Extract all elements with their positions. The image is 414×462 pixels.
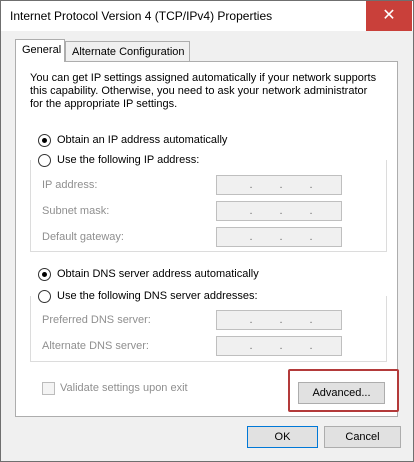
ok-button[interactable]: OK <box>247 426 318 448</box>
radio-use-following-dns[interactable]: Use the following DNS server addresses: <box>38 288 258 304</box>
dialog-window: Internet Protocol Version 4 (TCP/IPv4) P… <box>0 0 414 462</box>
radio-button-icon[interactable] <box>38 289 51 303</box>
intro-line: You can get IP settings assigned automat… <box>30 72 377 84</box>
ip-address-input[interactable]: ... <box>216 175 342 195</box>
radio-obtain-dns-auto[interactable]: Obtain DNS server address automatically <box>38 266 259 282</box>
ip-address-label: IP address: <box>42 179 98 191</box>
subnet-mask-label: Subnet mask: <box>42 205 110 217</box>
radio-button-icon[interactable] <box>38 267 51 281</box>
intro-text: You can get IP settings assigned automat… <box>30 72 384 111</box>
intro-line: for the appropriate IP settings. <box>30 98 178 110</box>
preferred-dns-input[interactable]: ... <box>216 310 342 330</box>
alternate-dns-label: Alternate DNS server: <box>42 340 149 352</box>
checkbox-label: Validate settings upon exit <box>60 382 188 394</box>
tab-general[interactable]: General <box>15 39 65 62</box>
tab-alternate-configuration[interactable]: Alternate Configuration <box>65 41 190 62</box>
radio-label: Obtain DNS server address automatically <box>57 268 259 280</box>
close-button[interactable]: ✕ <box>366 1 412 31</box>
default-gateway-input[interactable]: ... <box>216 227 342 247</box>
window-title: Internet Protocol Version 4 (TCP/IPv4) P… <box>10 9 273 23</box>
radio-obtain-ip-auto[interactable]: Obtain an IP address automatically <box>38 132 227 148</box>
default-gateway-label: Default gateway: <box>42 231 124 243</box>
radio-button-icon[interactable] <box>38 153 51 167</box>
close-icon: ✕ <box>382 7 396 24</box>
intro-line: this capability. Otherwise, you need to … <box>30 85 368 97</box>
preferred-dns-label: Preferred DNS server: <box>42 314 151 326</box>
checkbox-icon[interactable] <box>42 381 55 395</box>
radio-button-icon[interactable] <box>38 133 51 147</box>
title-bar[interactable]: Internet Protocol Version 4 (TCP/IPv4) P… <box>1 1 413 31</box>
radio-label: Use the following IP address: <box>57 154 200 166</box>
radio-use-following-ip[interactable]: Use the following IP address: <box>38 152 199 168</box>
validate-settings-checkbox[interactable]: Validate settings upon exit <box>42 380 188 396</box>
radio-label: Use the following DNS server addresses: <box>57 290 258 302</box>
alternate-dns-input[interactable]: ... <box>216 336 342 356</box>
advanced-button[interactable]: Advanced... <box>298 382 385 404</box>
radio-label: Obtain an IP address automatically <box>57 134 228 146</box>
cancel-button[interactable]: Cancel <box>324 426 401 448</box>
subnet-mask-input[interactable]: ... <box>216 201 342 221</box>
